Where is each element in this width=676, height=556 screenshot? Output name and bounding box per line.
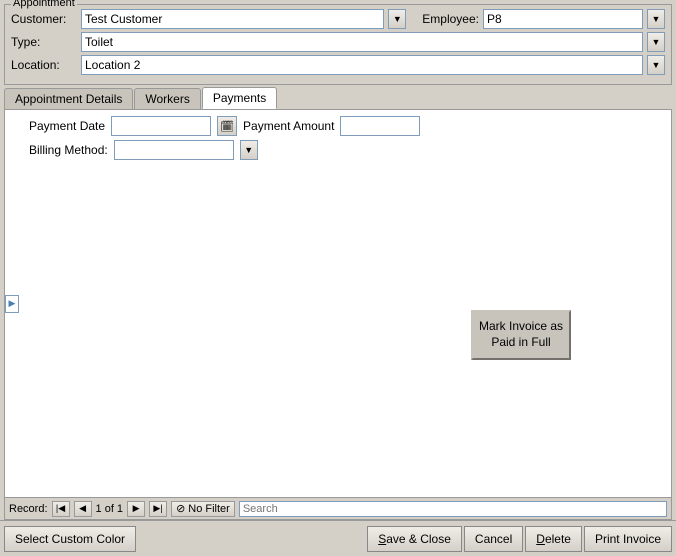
record-nav-arrow[interactable]: ▶ (5, 295, 19, 313)
tab-payments[interactable]: Payments (202, 87, 277, 109)
customer-label: Customer: (11, 12, 81, 26)
nav-first-icon: |◀ (56, 503, 65, 514)
nav-last-icon: ▶| (153, 503, 162, 514)
calendar-icon[interactable]: 🗓 (217, 116, 237, 136)
tab-appointment-details[interactable]: Appointment Details (4, 88, 133, 109)
billing-dropdown-icon: ▼ (244, 145, 253, 155)
customer-input[interactable] (81, 9, 384, 29)
save-close-label: Save & Close (378, 532, 451, 546)
customer-input-group: ▼ Employee: ▼ (81, 9, 665, 29)
nav-last-button[interactable]: ▶| (149, 501, 167, 517)
type-dropdown-icon: ▼ (652, 37, 661, 47)
nav-prev-icon: ◀ (79, 503, 86, 514)
location-label: Location: (11, 58, 81, 72)
type-dropdown-btn[interactable]: ▼ (647, 32, 665, 52)
payment-date-input[interactable] (111, 116, 211, 136)
nav-next-icon: ▶ (133, 503, 140, 514)
main-window: Appointment Customer: ▼ Employee: ▼ Type… (0, 0, 676, 556)
tab-workers[interactable]: Workers (134, 88, 200, 109)
cancel-button[interactable]: Cancel (464, 526, 523, 552)
save-close-button[interactable]: Save & Close (367, 526, 462, 552)
employee-label: Employee: (422, 12, 479, 26)
location-dropdown-icon: ▼ (652, 60, 661, 70)
location-input-group: ▼ (81, 55, 665, 75)
payment-amount-input[interactable] (340, 116, 420, 136)
type-label: Type: (11, 35, 81, 49)
nav-prev-button[interactable]: ◀ (74, 501, 92, 517)
delete-label: Delete (536, 532, 571, 546)
appointment-group-label: Appointment (11, 0, 77, 9)
billing-method-label: Billing Method: (29, 143, 108, 157)
type-row: Type: ▼ (11, 32, 665, 52)
type-input-group: ▼ (81, 32, 665, 52)
employee-input[interactable] (483, 9, 643, 29)
record-nav-bar: Record: |◀ ◀ 1 of 1 ▶ ▶| ⊘ No Filter (5, 497, 671, 519)
payment-date-row: Payment Date 🗓 Payment Amount (29, 116, 665, 136)
delete-button[interactable]: Delete (525, 526, 582, 552)
billing-method-row: Billing Method: ▼ (29, 140, 665, 160)
appointment-group: Appointment Customer: ▼ Employee: ▼ Type… (4, 4, 672, 85)
nav-first-button[interactable]: |◀ (52, 501, 70, 517)
employee-dropdown-btn[interactable]: ▼ (647, 9, 665, 29)
cancel-label: Cancel (475, 532, 512, 546)
payment-date-label: Payment Date (29, 119, 105, 133)
customer-dropdown-icon: ▼ (393, 14, 402, 24)
payments-section: Payment Date 🗓 Payment Amount Billing Me… (29, 116, 665, 160)
no-filter-button[interactable]: ⊘ No Filter (171, 501, 235, 517)
nav-next-button[interactable]: ▶ (127, 501, 145, 517)
customer-dropdown-btn[interactable]: ▼ (388, 9, 406, 29)
mark-invoice-paid-button[interactable]: Mark Invoice as Paid in Full (471, 310, 571, 360)
record-position: 1 of 1 (96, 503, 124, 515)
select-custom-color-button[interactable]: Select Custom Color (4, 526, 136, 552)
type-input[interactable] (81, 32, 643, 52)
funnel-icon: ⊘ (176, 502, 185, 515)
search-input[interactable] (239, 501, 667, 517)
employee-dropdown-icon: ▼ (652, 14, 661, 24)
location-row: Location: ▼ (11, 55, 665, 75)
print-invoice-button[interactable]: Print Invoice (584, 526, 672, 552)
record-text: Record: (9, 503, 48, 515)
location-dropdown-btn[interactable]: ▼ (647, 55, 665, 75)
bottom-bar: Select Custom Color Save & Close Cancel … (0, 520, 676, 556)
main-panel: ▶ Payment Date 🗓 Payment Amount Billing … (4, 109, 672, 520)
billing-method-dropdown-btn[interactable]: ▼ (240, 140, 258, 160)
panel-content: ▶ Payment Date 🗓 Payment Amount Billing … (5, 110, 671, 497)
location-input[interactable] (81, 55, 643, 75)
payment-amount-label: Payment Amount (243, 119, 334, 133)
tabs-bar: Appointment Details Workers Payments (4, 87, 672, 109)
customer-employee-row: Customer: ▼ Employee: ▼ (11, 9, 665, 29)
bottom-bar-right-buttons: Save & Close Cancel Delete Print Invoice (367, 526, 672, 552)
no-filter-label: No Filter (188, 503, 230, 515)
billing-method-input[interactable] (114, 140, 234, 160)
